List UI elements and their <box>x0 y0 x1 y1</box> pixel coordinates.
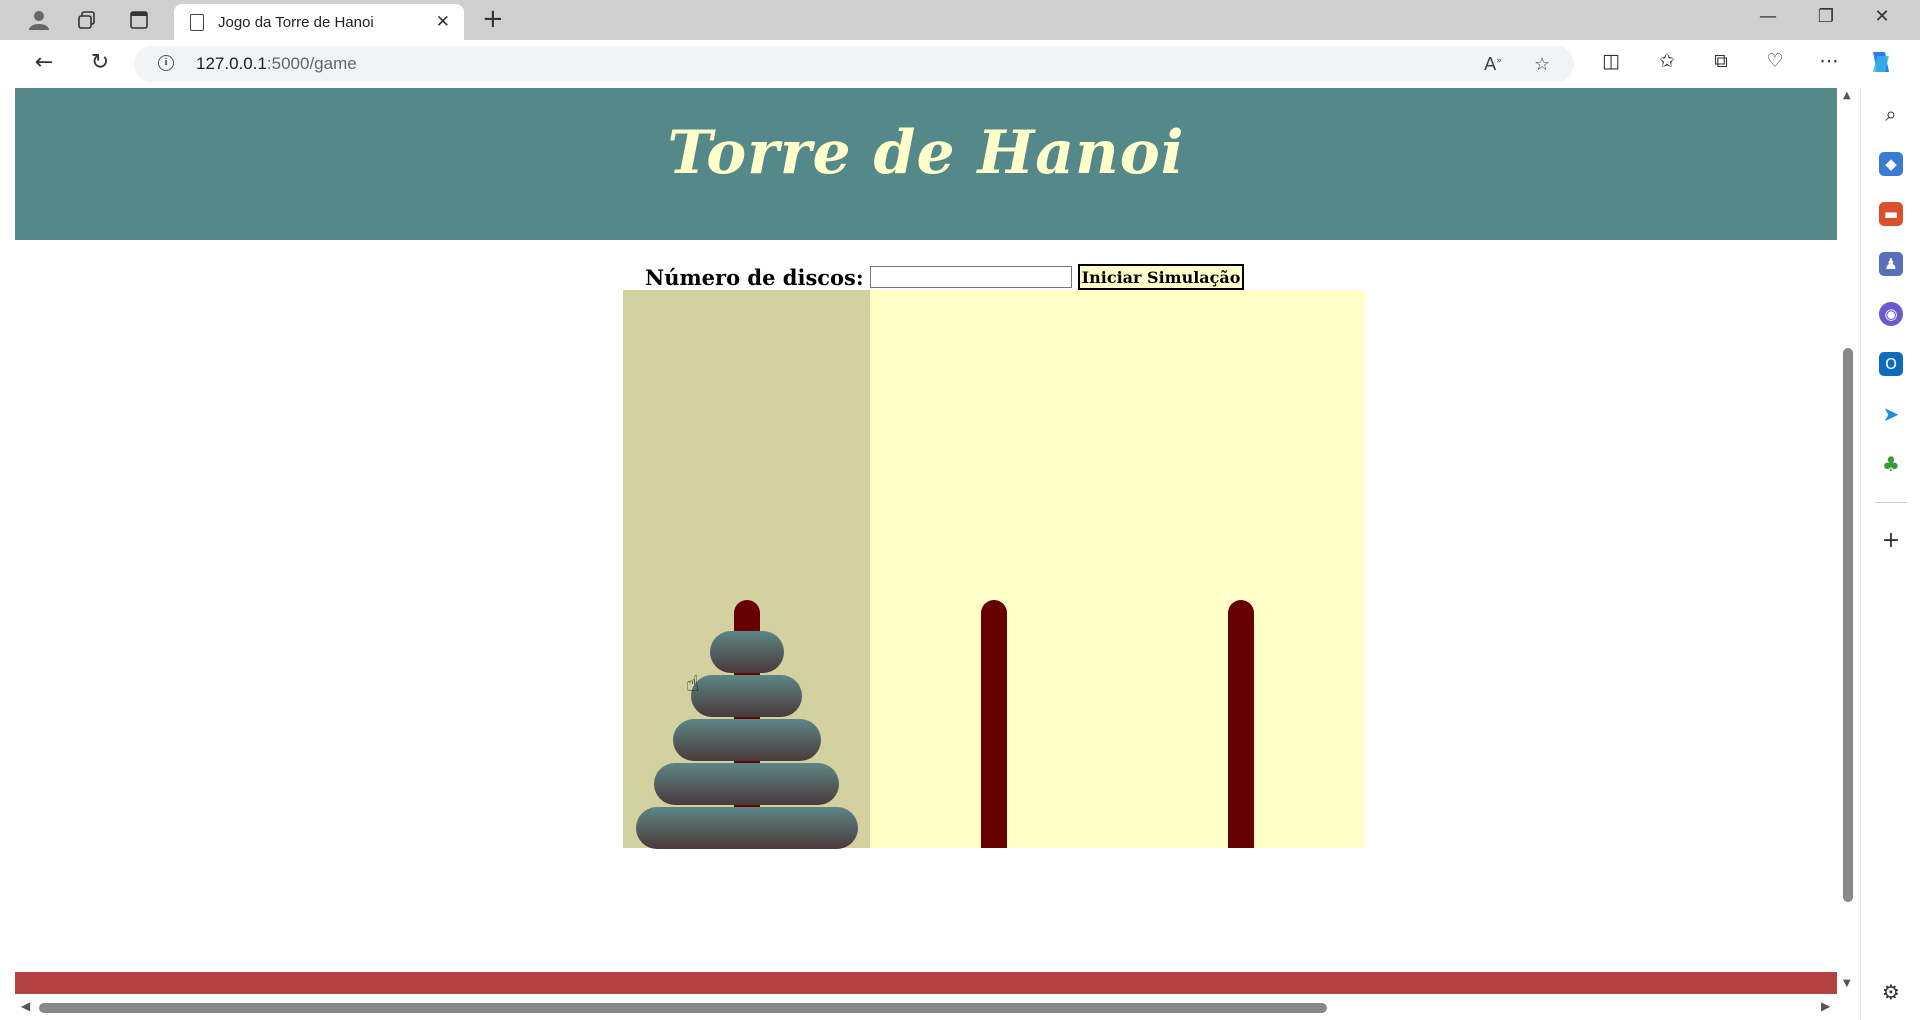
vertical-scroll-thumb[interactable] <box>1843 348 1853 902</box>
add-icon[interactable]: + <box>1879 528 1903 553</box>
horizontal-scrollbar[interactable]: ◀ ▶ <box>15 994 1837 1020</box>
window-close-icon[interactable]: ✕ <box>1862 6 1902 27</box>
read-aloud-icon[interactable]: A» <box>1484 54 1502 75</box>
scroll-down-icon[interactable]: ▼ <box>1843 978 1851 989</box>
settings-icon[interactable]: ⚙ <box>1879 980 1903 1004</box>
tab-actions-icon[interactable] <box>124 6 154 34</box>
shopping-icon[interactable]: ◆ <box>1879 152 1903 176</box>
disk-2[interactable] <box>691 675 802 717</box>
peg-column-1[interactable] <box>623 290 870 849</box>
split-screen-icon[interactable]: ◫ <box>1596 50 1626 72</box>
page-viewport: Torre de Hanoi Número de discos: Iniciar… <box>15 88 1837 994</box>
peg-3 <box>1227 600 1254 848</box>
back-arrow-icon[interactable]: ← <box>28 50 60 75</box>
disk-1[interactable] <box>709 631 784 673</box>
page-header: Torre de Hanoi <box>15 88 1837 240</box>
workspaces-icon[interactable] <box>72 6 102 34</box>
disk-count-label: Número de discos: <box>645 264 864 290</box>
hand-cursor-icon: ☝ <box>686 672 700 697</box>
peg-2 <box>980 600 1007 848</box>
extensions-icon[interactable]: ♡ <box>1760 50 1790 72</box>
page-icon <box>190 13 204 31</box>
plus-icon[interactable]: + <box>482 4 504 34</box>
tools-icon[interactable]: ▬ <box>1879 202 1903 226</box>
peg-column-2[interactable] <box>870 290 1117 848</box>
hanoi-board <box>623 290 1365 849</box>
page-footer <box>15 972 1837 994</box>
scroll-left-icon[interactable]: ◀ <box>21 999 30 1013</box>
games-icon[interactable]: ♟ <box>1879 252 1903 276</box>
minimize-icon[interactable]: — <box>1748 6 1788 27</box>
browser-tab-bar: Jogo da Torre de Hanoi ✕ + — ❐ ✕ <box>0 0 1920 40</box>
browser-tab[interactable]: Jogo da Torre de Hanoi ✕ <box>174 4 464 40</box>
outlook-icon[interactable]: O <box>1879 352 1903 376</box>
tab-title: Jogo da Torre de Hanoi <box>218 13 374 31</box>
start-simulation-button[interactable]: Iniciar Simulação <box>1077 264 1245 290</box>
star-icon[interactable]: ☆ <box>1534 54 1550 75</box>
search-icon[interactable]: ⌕ <box>1879 102 1903 126</box>
tree-icon[interactable]: ♣ <box>1879 452 1903 476</box>
vertical-scrollbar[interactable]: ▲ ▼ <box>1837 88 1860 994</box>
edge-sidebar: ⌕ ◆ ▬ ♟ ◉ O ➤ ♣ + ⚙ <box>1860 88 1920 1020</box>
address-bar: ← ↻ i 127.0.0.1:5000/game A» ☆ ◫ ✩ ⧉ ♡ ⋯ <box>0 40 1920 88</box>
profile-icon[interactable] <box>24 6 54 34</box>
horizontal-scroll-thumb[interactable] <box>39 1003 1327 1013</box>
more-icon[interactable]: ⋯ <box>1814 50 1844 72</box>
disk-5[interactable] <box>635 807 858 849</box>
scroll-right-icon[interactable]: ▶ <box>1821 999 1830 1013</box>
microsoft365-icon[interactable]: ◉ <box>1879 302 1903 326</box>
refresh-icon[interactable]: ↻ <box>84 50 116 75</box>
telegram-icon[interactable]: ➤ <box>1879 402 1903 426</box>
close-icon[interactable]: ✕ <box>436 12 450 32</box>
favorites-icon[interactable]: ✩ <box>1652 50 1682 72</box>
peg-column-3[interactable] <box>1117 290 1364 848</box>
disk-count-input[interactable] <box>869 266 1072 288</box>
disk-3[interactable] <box>672 719 821 761</box>
url-text: 127.0.0.1:5000/game <box>196 54 357 73</box>
info-icon[interactable]: i <box>158 55 174 71</box>
url-field[interactable]: i 127.0.0.1:5000/game A» ☆ <box>134 46 1574 82</box>
collections-icon[interactable]: ⧉ <box>1706 50 1736 72</box>
restore-icon[interactable]: ❐ <box>1806 6 1846 27</box>
copilot-icon[interactable] <box>1866 48 1896 81</box>
scroll-up-icon[interactable]: ▲ <box>1843 90 1851 101</box>
sidebar-divider <box>1875 502 1907 503</box>
controls: Número de discos: Iniciar Simulação <box>645 264 1245 290</box>
disk-4[interactable] <box>654 763 839 805</box>
page-title: Torre de Hanoi <box>667 118 1185 188</box>
